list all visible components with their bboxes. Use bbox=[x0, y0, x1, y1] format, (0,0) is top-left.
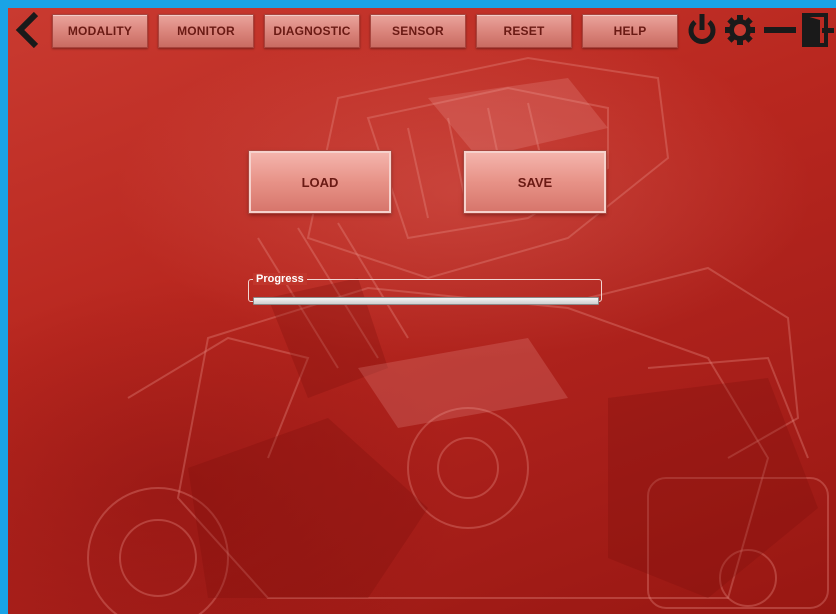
menu-button-label: DIAGNOSTIC bbox=[273, 24, 351, 38]
menu-button-label: HELP bbox=[613, 24, 647, 38]
menu-button-monitor[interactable]: MONITOR bbox=[158, 14, 254, 48]
menu-button-label: SENSOR bbox=[392, 24, 444, 38]
progress-label: Progress bbox=[253, 273, 307, 285]
exit-door-icon bbox=[802, 13, 834, 47]
menu-button-modality[interactable]: MODALITY bbox=[52, 14, 148, 48]
engine-background-image bbox=[87, 56, 829, 614]
menu-button-diagnostic[interactable]: DIAGNOSTIC bbox=[264, 14, 360, 48]
gear-icon bbox=[725, 15, 755, 45]
menu-button-sensor[interactable]: SENSOR bbox=[370, 14, 466, 48]
menu-button-label: MONITOR bbox=[177, 24, 235, 38]
progress-group: Progress bbox=[248, 273, 604, 305]
progress-bar bbox=[253, 297, 599, 305]
power-button[interactable] bbox=[684, 12, 720, 48]
back-arrow-icon bbox=[15, 11, 39, 49]
menu-button-help[interactable]: HELP bbox=[582, 14, 678, 48]
top-menu-bar: MODALITY MONITOR DIAGNOSTIC SENSOR RESET… bbox=[8, 8, 836, 52]
load-button-label: LOAD bbox=[301, 174, 339, 190]
menu-button-reset[interactable]: RESET bbox=[476, 14, 572, 48]
menu-button-label: RESET bbox=[503, 24, 545, 38]
settings-button[interactable] bbox=[722, 12, 758, 48]
app-window: MODALITY MONITOR DIAGNOSTIC SENSOR RESET… bbox=[8, 8, 836, 614]
minimize-icon bbox=[764, 27, 796, 33]
back-button[interactable] bbox=[12, 11, 46, 49]
save-button-label: SAVE bbox=[517, 174, 553, 190]
minimize-button[interactable] bbox=[762, 12, 798, 48]
exit-button[interactable] bbox=[800, 12, 834, 48]
menu-button-label: MODALITY bbox=[67, 24, 133, 38]
save-button[interactable]: SAVE bbox=[463, 150, 607, 214]
load-button[interactable]: LOAD bbox=[248, 150, 392, 214]
power-icon bbox=[688, 14, 716, 44]
